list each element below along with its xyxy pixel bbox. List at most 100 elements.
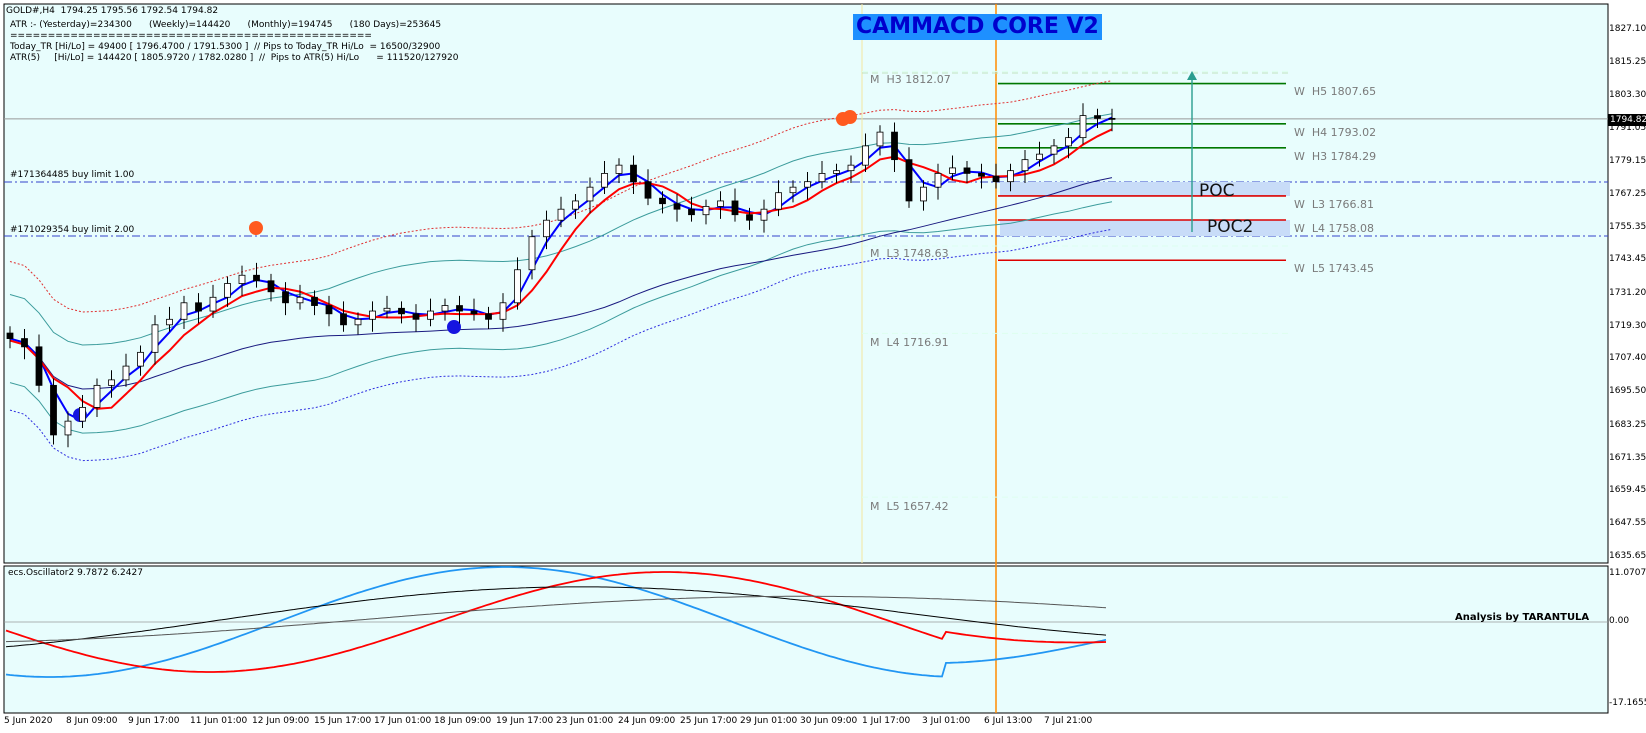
candle-body [934,173,942,188]
candle-body [398,307,405,315]
time-axis-label: 24 Jun 09:00 [618,716,676,726]
time-axis-label: 17 Jun 01:00 [374,716,432,726]
pivot-label-w-h4: W H4 1793.02 [1294,126,1377,139]
signal-dot [447,320,461,334]
analysis-credit: Analysis by TARANTULA [1455,612,1590,623]
time-axis-label: 30 Jun 09:00 [800,716,858,726]
candle-body [282,291,289,304]
candle-body [804,181,811,188]
candle-body [93,384,101,408]
separator-line: ========================================… [10,31,372,41]
price-axis-label: 1779.15 [1609,155,1646,166]
candle-body [1050,145,1058,155]
price-axis-label: 1719.30 [1609,320,1646,331]
candle-body [644,181,652,199]
candle-body [325,305,333,315]
candle-body [630,164,637,183]
pivot-label-m-h3: M H3 1812.07 [870,73,951,86]
candle-body [528,236,536,271]
candle-body [1036,153,1043,161]
candle-body [775,192,782,210]
today-tr-line: Today_TR [Hi/Lo] = 49400 [ 1796.4700 / 1… [10,42,441,52]
time-axis-label: 15 Jun 17:00 [314,716,372,726]
candle-body [1007,170,1014,183]
atr5-line: ATR(5) [Hi/Lo] = 144420 [ 1805.9720 / 17… [10,53,459,63]
pivot-label-m-l4: M L4 1716.91 [870,336,949,349]
candle-body [238,274,246,284]
candle-body [369,310,376,320]
candle-body [1065,137,1072,147]
price-axis-label: 1767.25 [1609,188,1646,199]
price-axis-label: 1815.25 [1609,56,1646,67]
candle-body [949,167,956,174]
poc2-label: POC2 [1207,217,1254,237]
candle-body [862,145,869,166]
candle-body [311,296,318,306]
candle-body [746,214,753,221]
candle-body [760,208,768,221]
chart-window: GOLD#,H4 1794.25 1795.56 1792.54 1794.82… [0,0,1646,733]
pivot-label-w-l4: W L4 1758.08 [1294,222,1374,235]
indicator-title: CAMMACD CORE V2 [853,14,1102,40]
candle-body [659,197,666,205]
price-axis-label: 1635.65 [1609,551,1646,561]
time-axis-label: 25 Jun 17:00 [680,716,738,726]
osc-axis-top: 11.0707 [1609,568,1646,578]
candle-body [412,313,420,320]
candle-body [35,346,43,386]
candle-body [21,338,28,348]
candle-body [702,206,710,216]
candle-body [224,283,231,298]
time-axis-label: 18 Jun 09:00 [434,716,492,726]
candle-body [586,186,594,202]
candle-body [601,173,608,188]
price-axis-label: 1803.30 [1609,89,1646,100]
pivot-label-m-l5: M L5 1657.42 [870,500,949,513]
candle-body [441,305,449,312]
osc-axis-bottom: -17.1655 [1609,698,1646,708]
candle-body [731,200,739,216]
time-axis-label: 12 Jun 09:00 [252,716,310,726]
candle-body [137,351,144,367]
pivot-label-m-l3: M L3 1748.63 [870,247,949,260]
candle-body [1079,115,1087,139]
candle-body [470,310,478,315]
candle-body [340,313,347,326]
candle-body [557,208,565,221]
poc-zone [1000,182,1290,196]
candle-body [195,302,202,312]
osc-title: ecs.Oscillator2 9.7872 6.2427 [8,568,143,578]
signal-dot [843,110,857,124]
order-label-1: #171364485 buy limit 1.00 [10,170,135,180]
osc-panel-bg [3,565,1609,714]
candle-body [6,332,14,339]
candle-body [151,324,159,353]
price-axis-label: 1827.10 [1609,24,1646,34]
current-price-tag: 1794.82 [1608,114,1646,126]
osc-axis-zero: 0.00 [1609,616,1630,626]
time-axis-label: 23 Jun 01:00 [556,716,614,726]
time-axis-label: 29 Jun 01:00 [740,716,798,726]
candle-body [1094,115,1101,119]
candle-body [688,208,695,216]
price-axis-label: 1647.55 [1609,518,1646,529]
time-axis-label: 19 Jun 17:00 [496,716,554,726]
candle-body [253,274,260,282]
candle-body [79,406,86,422]
candle-body [847,164,855,172]
pivot-label-w-h3: W H3 1784.29 [1294,150,1377,163]
candle-body [166,318,173,326]
candle-body [296,296,304,304]
time-axis-label: 7 Jul 21:00 [1044,716,1093,726]
symbol-line: GOLD#,H4 1794.25 1795.56 1792.54 1794.82 [6,6,219,16]
signal-dot [249,221,263,235]
candle-body [122,365,130,381]
candle-body [615,164,623,174]
price-axis-label: 1671.35 [1609,452,1646,463]
chart-canvas[interactable] [0,0,1646,733]
candle-body [1108,117,1116,120]
candle-body [209,296,217,312]
candle-body [485,313,492,320]
price-axis-label: 1743.45 [1609,254,1646,265]
candle-body [717,200,724,207]
